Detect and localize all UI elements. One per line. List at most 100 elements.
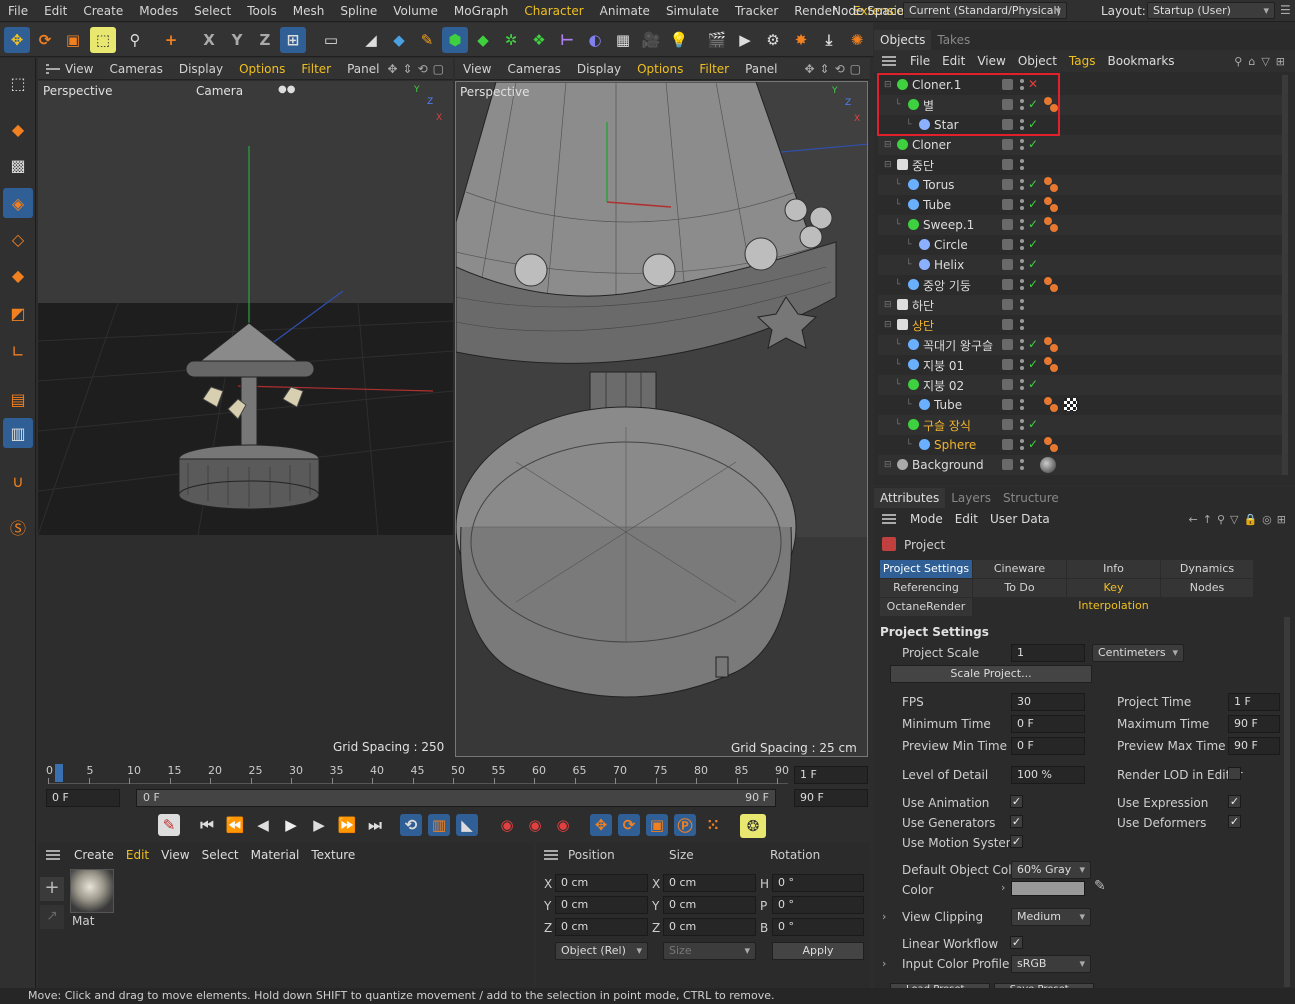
locked-workplane-icon[interactable]: ▥ — [3, 418, 33, 448]
project-scale-input[interactable]: 1 — [1011, 644, 1085, 662]
material-tag-icon[interactable] — [1050, 184, 1058, 192]
use-animation-checkbox[interactable]: ✓ — [1010, 795, 1023, 808]
go-start-icon[interactable]: ⏮ — [196, 814, 218, 836]
layer-icon[interactable] — [1002, 379, 1013, 390]
visibility-dots-icon[interactable] — [1020, 159, 1024, 170]
texture-mode-icon[interactable]: ▩ — [3, 150, 33, 180]
tree-toggle-icon[interactable]: └ — [895, 280, 900, 290]
checker-tag-icon[interactable] — [1064, 398, 1077, 411]
tab-info[interactable]: Info — [1067, 560, 1160, 578]
preview-max-input[interactable]: 90 F — [1228, 737, 1280, 755]
object-row[interactable]: └ Tube — [878, 395, 1286, 415]
record-position-icon[interactable]: ◉ — [496, 814, 518, 836]
tab-layers[interactable]: Layers — [945, 488, 997, 508]
vp2-menu-display[interactable]: Display — [569, 62, 629, 76]
enabled-check-icon[interactable]: ✓ — [1028, 137, 1038, 151]
go-end-icon[interactable]: ⏭ — [364, 814, 386, 836]
tab-takes[interactable]: Takes — [931, 30, 976, 50]
visibility-dots-icon[interactable] — [1020, 459, 1024, 470]
vp2-menu-view[interactable]: View — [455, 62, 499, 76]
menu-modes[interactable]: Modes — [131, 4, 186, 18]
vp1-nav-icons[interactable]: ✥⇕⟲▢ — [387, 62, 453, 76]
tree-toggle-icon[interactable]: └ — [895, 420, 900, 430]
add-icon[interactable]: + — [158, 27, 184, 53]
objects-scrollbar[interactable] — [1282, 75, 1288, 475]
enabled-check-icon[interactable]: ✓ — [1028, 277, 1038, 291]
vp1-menu-options[interactable]: Options — [231, 62, 293, 76]
material-tag-icon[interactable] — [1050, 224, 1058, 232]
visibility-dots-icon[interactable] — [1020, 279, 1024, 290]
layer-icon[interactable] — [1002, 419, 1013, 430]
layer-icon[interactable] — [1002, 459, 1013, 470]
cube-icon[interactable]: ◆ — [386, 27, 412, 53]
tree-toggle-icon[interactable]: └ — [895, 200, 900, 210]
enabled-check-icon[interactable]: ✓ — [1028, 337, 1038, 351]
material-tag-icon[interactable] — [1050, 404, 1058, 412]
select-tool-icon[interactable]: ⬚ — [90, 27, 116, 53]
environment-tag-icon[interactable] — [1040, 457, 1056, 473]
render-settings-icon[interactable]: ⚙ — [760, 27, 786, 53]
layer-icon[interactable] — [1002, 359, 1013, 370]
enabled-check-icon[interactable]: ✓ — [1028, 377, 1038, 391]
enabled-check-icon[interactable]: ✓ — [1028, 257, 1038, 271]
current-frame-input[interactable]: 1 F — [794, 766, 868, 784]
layer-icon[interactable] — [1002, 139, 1013, 150]
tree-toggle-icon[interactable]: ⊟ — [884, 460, 892, 470]
visibility-dots-icon[interactable] — [1020, 319, 1024, 330]
tree-toggle-icon[interactable]: ⊟ — [884, 300, 892, 310]
mat-menu-create[interactable]: Create — [68, 845, 120, 865]
objects-menu-file[interactable]: File — [904, 51, 936, 71]
material-tag-icon[interactable] — [1050, 344, 1058, 352]
vp2-menu-cameras[interactable]: Cameras — [499, 62, 568, 76]
vp1-menu-display[interactable]: Display — [171, 62, 231, 76]
visibility-dots-icon[interactable] — [1020, 259, 1024, 270]
start-frame-input[interactable]: 0 F — [46, 789, 120, 807]
material-arrow-icon[interactable]: ↗ — [40, 905, 64, 929]
rot-b-input[interactable]: 0 ° — [772, 918, 864, 936]
scale-tool-icon[interactable]: ▣ — [60, 27, 86, 53]
objects-menu-bookmarks[interactable]: Bookmarks — [1102, 51, 1181, 71]
preview-min-input[interactable]: 0 F — [1011, 737, 1085, 755]
material-menu-icon[interactable] — [46, 850, 60, 860]
enabled-check-icon[interactable]: ✓ — [1028, 417, 1038, 431]
enabled-check-icon[interactable]: ✓ — [1028, 177, 1038, 191]
viewport1[interactable]: Perspective Camera ●● Y Z X Grid Spacing… — [38, 81, 453, 757]
uv-mode-icon[interactable]: ◩ — [3, 298, 33, 328]
visibility-dots-icon[interactable] — [1020, 299, 1024, 310]
live-select-icon[interactable]: ⚲ — [122, 27, 148, 53]
tab-todo[interactable]: To Do — [973, 579, 1066, 597]
input-color-dropdown[interactable]: sRGB — [1011, 955, 1091, 973]
visibility-dots-icon[interactable] — [1020, 419, 1024, 430]
view-clipping-expand-icon[interactable]: › — [882, 910, 886, 923]
tree-toggle-icon[interactable]: ⊟ — [884, 140, 892, 150]
mograph-icon[interactable]: ❖ — [526, 27, 552, 53]
color-expand-icon[interactable]: › — [1001, 881, 1005, 894]
object-row[interactable]: └ 꼭대기 왕구슬 ✓ — [878, 335, 1286, 355]
visibility-dots-icon[interactable] — [1020, 339, 1024, 350]
pos-x-input[interactable]: 0 cm — [555, 874, 648, 892]
axis-mode-icon[interactable]: ∟ — [3, 336, 33, 366]
layer-icon[interactable] — [1002, 219, 1013, 230]
layer-icon[interactable] — [1002, 439, 1013, 450]
tree-toggle-icon[interactable]: └ — [895, 380, 900, 390]
add-material-icon[interactable]: + — [40, 877, 64, 901]
objects-menu-icon[interactable] — [882, 56, 896, 66]
menu-mograph[interactable]: MoGraph — [446, 4, 517, 18]
menu-tools[interactable]: Tools — [239, 4, 285, 18]
menu-file[interactable]: File — [0, 4, 36, 18]
material-tag-icon[interactable] — [1050, 284, 1058, 292]
viewport2[interactable]: Perspective Y Z X Grid Spacing : 25 cm — [455, 81, 868, 757]
project-scale-unit-dropdown[interactable]: Centimeters — [1092, 644, 1184, 662]
key-param-icon[interactable]: Ⓟ — [674, 814, 696, 836]
next-key-icon[interactable]: ⏩ — [336, 814, 358, 836]
key-pla-icon[interactable]: ⁙ — [702, 814, 724, 836]
attr-menu-edit[interactable]: Edit — [949, 509, 984, 529]
project-time-input[interactable]: 1 F — [1228, 693, 1280, 711]
paint-icon[interactable]: ✺ — [844, 27, 870, 53]
vp2-nav-icons[interactable]: ✥⇕⟲▢ — [804, 62, 870, 76]
deformer-icon[interactable]: ⊢ — [554, 27, 580, 53]
tab-dynamics[interactable]: Dynamics — [1161, 560, 1253, 578]
viewport1-menu-icon[interactable] — [46, 63, 61, 74]
visibility-dots-icon[interactable] — [1020, 379, 1024, 390]
z-axis-icon[interactable]: Z — [252, 27, 278, 53]
